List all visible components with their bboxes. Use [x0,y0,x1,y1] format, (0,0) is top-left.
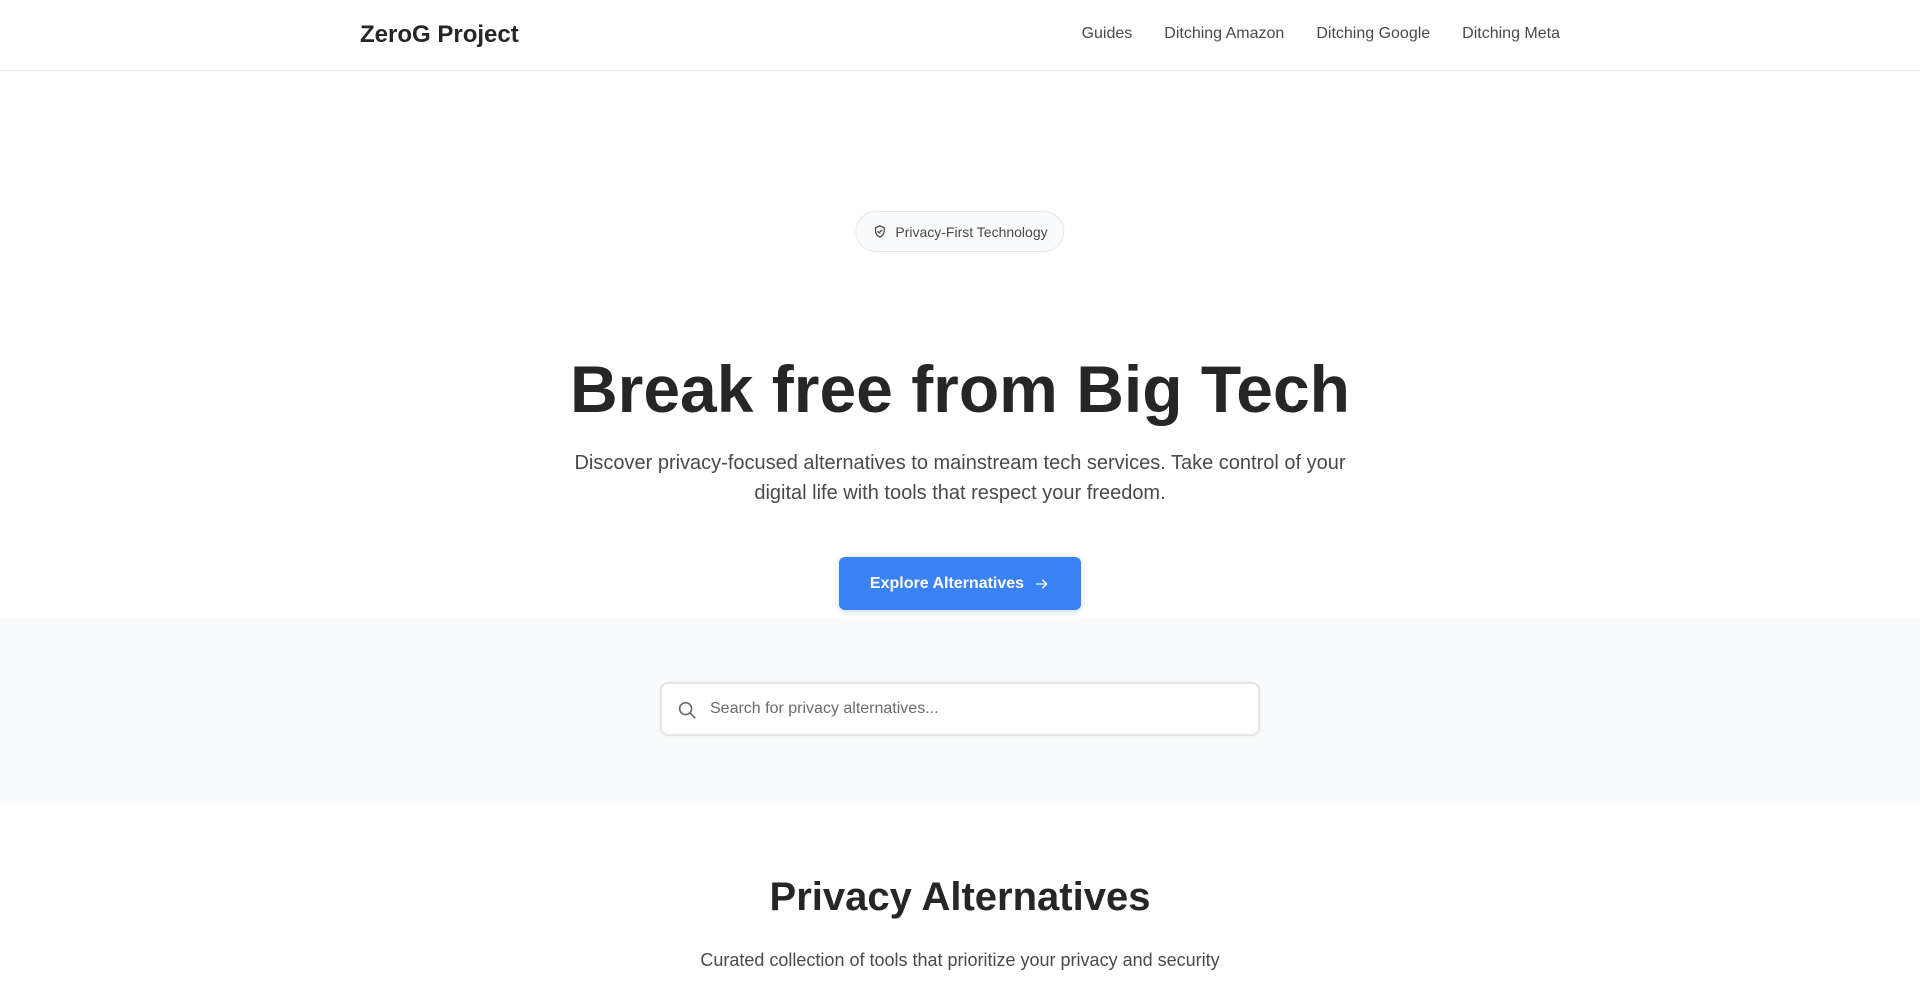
hero-title: Break free from Big Tech [569,352,1350,426]
main-nav: Guides Ditching Amazon Ditching Google D… [1082,25,1560,43]
shield-check-icon [872,224,887,239]
nav-link-ditching-google[interactable]: Ditching Google [1316,25,1430,43]
nav-link-ditching-amazon[interactable]: Ditching Amazon [1164,25,1284,43]
badge-label: Privacy-First Technology [895,223,1048,240]
section-subtitle: Curated collection of tools that priorit… [700,950,1220,970]
nav-link-guides[interactable]: Guides [1082,25,1133,43]
alternatives-section: Privacy Alternatives Curated collection … [0,801,1920,993]
privacy-badge: Privacy-First Technology [855,211,1065,252]
site-header: ZeroG Project Guides Ditching Amazon Dit… [0,0,1920,71]
search-section [0,619,1920,801]
hero-subtitle: Discover privacy-focused alternatives to… [574,452,1346,504]
search-box [660,682,1260,736]
search-input[interactable] [710,684,1250,734]
search-icon [676,699,698,721]
arrow-right-icon [1034,576,1050,592]
brand-logo[interactable]: ZeroG Project [360,21,519,49]
nav-link-ditching-meta[interactable]: Ditching Meta [1462,25,1560,43]
hero-section: Privacy-First Technology Break free from… [0,71,1920,619]
section-title: Privacy Alternatives [769,875,1151,919]
explore-alternatives-button[interactable]: Explore Alternatives [839,557,1081,610]
cta-label: Explore Alternatives [869,574,1025,592]
